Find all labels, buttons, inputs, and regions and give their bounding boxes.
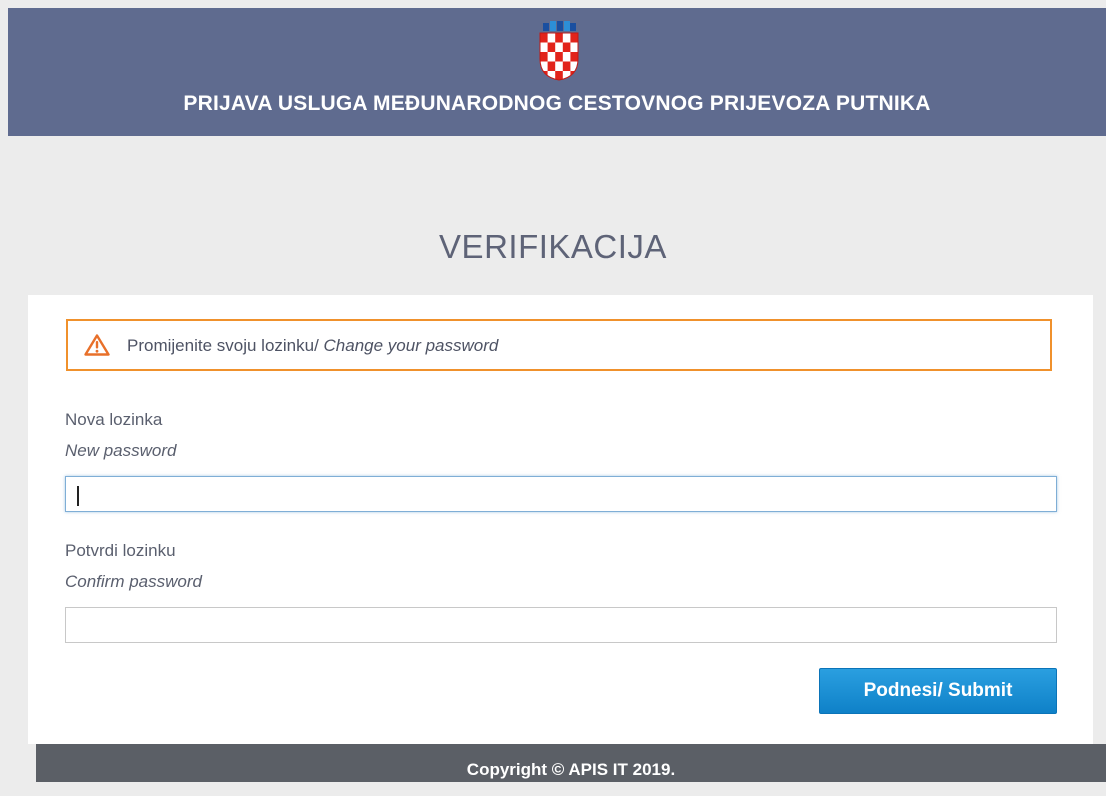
alert-message: Promijenite svoju lozinku/ Change your p… — [127, 336, 498, 356]
submit-button[interactable]: Podnesi/ Submit — [819, 668, 1057, 714]
verification-card: Promijenite svoju lozinku/ Change your p… — [28, 295, 1093, 744]
new-password-input[interactable] — [65, 476, 1057, 512]
confirm-password-label: Potvrdi lozinku — [65, 541, 176, 560]
new-password-label: Nova lozinka — [65, 410, 163, 429]
croatian-coat-of-arms-icon — [539, 21, 579, 81]
alert-text-english: Change your password — [323, 336, 499, 355]
warning-triangle-icon — [84, 334, 110, 356]
text-cursor — [77, 486, 79, 506]
confirm-password-input[interactable] — [65, 607, 1057, 643]
page-title: VERIFIKACIJA — [439, 228, 667, 265]
new-password-label-english: New password — [65, 441, 177, 460]
footer-copyright: Copyright © APIS IT 2019. — [36, 744, 1106, 782]
header-title: PRIJAVA USLUGA MEĐUNARODNOG CESTOVNOG PR… — [183, 92, 931, 115]
alert-text-croatian: Promijenite svoju lozinku/ — [127, 336, 324, 355]
confirm-password-label-english: Confirm password — [65, 572, 202, 591]
change-password-alert: Promijenite svoju lozinku/ Change your p… — [66, 319, 1052, 371]
site-header: PRIJAVA USLUGA MEĐUNARODNOG CESTOVNOG PR… — [8, 8, 1106, 136]
